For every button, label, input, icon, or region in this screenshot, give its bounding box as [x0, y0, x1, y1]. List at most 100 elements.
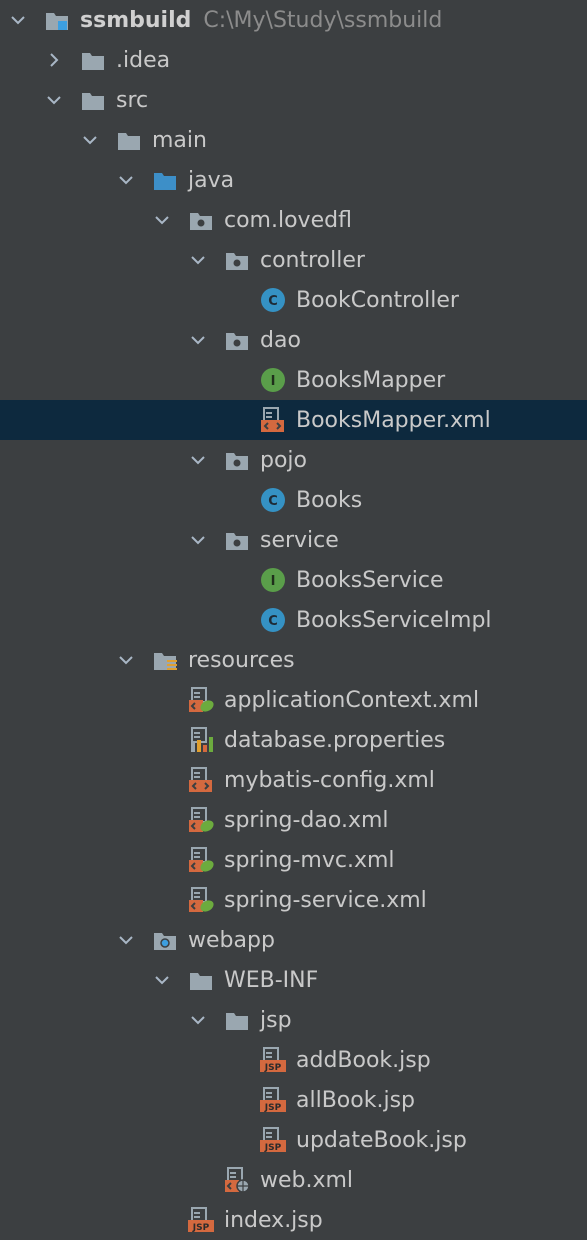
chevron-down-icon[interactable] — [188, 330, 208, 350]
spring-xml-icon — [188, 807, 214, 833]
tree-item-label: .idea — [116, 47, 171, 73]
project-tree: ssmbuild C:\My\Study\ssmbuild .idea src main… — [0, 0, 587, 1236]
tree-item-label: resources — [188, 647, 295, 673]
web-xml-icon — [224, 1167, 250, 1193]
package-icon — [188, 207, 214, 233]
jsp-file-icon: JSP — [260, 1127, 286, 1153]
tree-row-dao[interactable]: dao — [0, 320, 587, 360]
tree-row-java[interactable]: java — [0, 160, 587, 200]
tree-item-label: spring-service.xml — [224, 887, 427, 913]
tree-row-books[interactable]: C Books — [0, 480, 587, 520]
tree-row-controller[interactable]: controller — [0, 240, 587, 280]
tree-item-label: web.xml — [260, 1167, 354, 1193]
spring-xml-icon — [188, 687, 214, 713]
svg-text:I: I — [271, 374, 276, 389]
chevron-down-icon[interactable] — [152, 210, 172, 230]
svg-text:C: C — [268, 494, 278, 509]
jsp-file-icon: JSP — [188, 1207, 214, 1233]
tree-item-label: dao — [260, 327, 301, 353]
web-folder-icon — [152, 927, 178, 953]
tree-row-spring-dao-xml[interactable]: spring-dao.xml — [0, 800, 587, 840]
tree-row-spring-service-xml[interactable]: spring-service.xml — [0, 880, 587, 920]
tree-item-label: BookController — [296, 287, 459, 313]
svg-text:JSP: JSP — [264, 1063, 282, 1073]
chevron-down-icon[interactable] — [8, 10, 28, 30]
tree-row-spring-mvc-xml[interactable]: spring-mvc.xml — [0, 840, 587, 880]
properties-file-icon — [188, 727, 214, 753]
tree-row-bookcontroller[interactable]: C BookController — [0, 280, 587, 320]
tree-row-mybatis-config-xml[interactable]: mybatis-config.xml — [0, 760, 587, 800]
tree-row-booksserviceimpl[interactable]: C BooksServiceImpl — [0, 600, 587, 640]
tree-item-label: updateBook.jsp — [296, 1127, 467, 1153]
chevron-down-icon[interactable] — [188, 530, 208, 550]
tree-row-resources[interactable]: resources — [0, 640, 587, 680]
tree-item-label: main — [152, 127, 207, 153]
tree-item-label: webapp — [188, 927, 275, 953]
tree-item-label: Books — [296, 487, 363, 513]
tree-row-service[interactable]: service — [0, 520, 587, 560]
chevron-down-icon[interactable] — [152, 970, 172, 990]
source-folder-icon — [152, 167, 178, 193]
tree-row-database-properties[interactable]: database.properties — [0, 720, 587, 760]
chevron-down-icon[interactable] — [188, 1010, 208, 1030]
resources-folder-icon — [152, 647, 178, 673]
chevron-right-icon[interactable] — [44, 50, 64, 70]
tree-row-booksmapper-xml[interactable]: BooksMapper.xml — [0, 400, 587, 440]
tree-row-ssmbuild[interactable]: ssmbuild C:\My\Study\ssmbuild — [0, 0, 587, 40]
tree-row-com-lovedfl[interactable]: com.lovedfl — [0, 200, 587, 240]
xml-file-icon — [260, 407, 286, 433]
package-icon — [224, 247, 250, 273]
tree-row-web-xml[interactable]: web.xml — [0, 1160, 587, 1200]
tree-row-index-jsp[interactable]: JSP index.jsp — [0, 1200, 587, 1240]
tree-item-label: spring-dao.xml — [224, 807, 389, 833]
svg-text:I: I — [271, 574, 276, 589]
tree-row--idea[interactable]: .idea — [0, 40, 587, 80]
tree-row-web-inf[interactable]: WEB-INF — [0, 960, 587, 1000]
package-icon — [224, 447, 250, 473]
folder-icon — [224, 1007, 250, 1033]
tree-item-label: mybatis-config.xml — [224, 767, 435, 793]
class-icon: C — [260, 287, 286, 313]
tree-item-label: BooksServiceImpl — [296, 607, 492, 633]
tree-row-updatebook-jsp[interactable]: JSP updateBook.jsp — [0, 1120, 587, 1160]
chevron-down-icon[interactable] — [44, 90, 64, 110]
spring-xml-icon — [188, 847, 214, 873]
chevron-down-icon[interactable] — [116, 170, 136, 190]
tree-item-label: controller — [260, 247, 365, 273]
chevron-down-icon[interactable] — [80, 130, 100, 150]
tree-item-label: ssmbuild — [80, 7, 192, 33]
chevron-down-icon[interactable] — [188, 450, 208, 470]
package-icon — [224, 527, 250, 553]
chevron-down-icon[interactable] — [116, 650, 136, 670]
class-icon: C — [260, 487, 286, 513]
tree-row-src[interactable]: src — [0, 80, 587, 120]
tree-item-label: applicationContext.xml — [224, 687, 480, 713]
tree-row-applicationcontext-xml[interactable]: applicationContext.xml — [0, 680, 587, 720]
chevron-down-icon[interactable] — [116, 930, 136, 950]
chevron-down-icon[interactable] — [188, 250, 208, 270]
tree-row-webapp[interactable]: webapp — [0, 920, 587, 960]
svg-text:JSP: JSP — [192, 1223, 210, 1233]
tree-item-label: WEB-INF — [224, 967, 319, 993]
svg-text:JSP: JSP — [264, 1143, 282, 1153]
tree-row-addbook-jsp[interactable]: JSP addBook.jsp — [0, 1040, 587, 1080]
tree-row-jsp[interactable]: jsp — [0, 1000, 587, 1040]
jsp-file-icon: JSP — [260, 1047, 286, 1073]
tree-item-label: allBook.jsp — [296, 1087, 415, 1113]
tree-row-allbook-jsp[interactable]: JSP allBook.jsp — [0, 1080, 587, 1120]
svg-text:C: C — [268, 294, 278, 309]
tree-item-label: addBook.jsp — [296, 1047, 431, 1073]
class-icon: C — [260, 607, 286, 633]
tree-row-main[interactable]: main — [0, 120, 587, 160]
tree-item-label: BooksMapper.xml — [296, 407, 491, 433]
tree-row-booksservice[interactable]: I BooksService — [0, 560, 587, 600]
interface-icon: I — [260, 567, 286, 593]
svg-text:C: C — [268, 614, 278, 629]
tree-row-booksmapper[interactable]: I BooksMapper — [0, 360, 587, 400]
tree-item-label: java — [188, 167, 235, 193]
tree-item-label: jsp — [260, 1007, 292, 1033]
folder-icon — [80, 87, 106, 113]
tree-row-pojo[interactable]: pojo — [0, 440, 587, 480]
tree-item-label: spring-mvc.xml — [224, 847, 395, 873]
tree-item-label: com.lovedfl — [224, 207, 352, 233]
